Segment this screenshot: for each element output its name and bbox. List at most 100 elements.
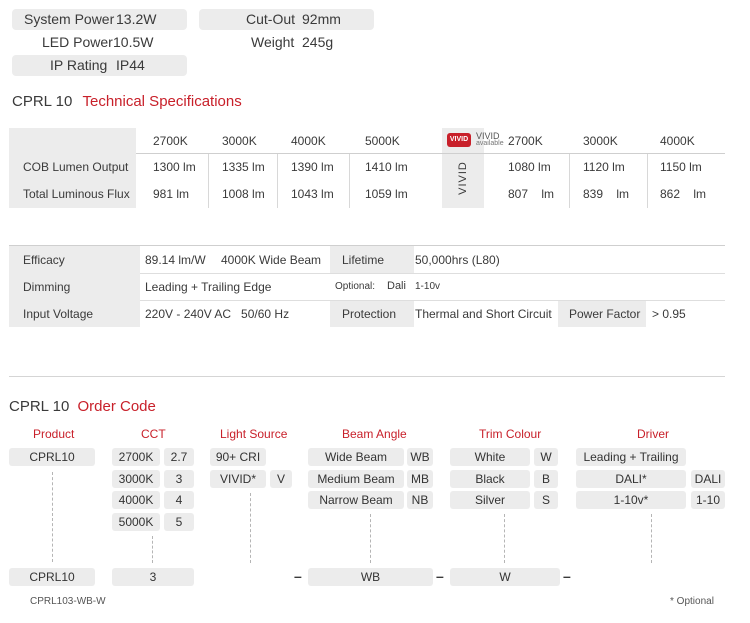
cob-3000: 1335 lm bbox=[222, 160, 265, 174]
vivid-header-4000: 4000K bbox=[660, 134, 695, 148]
cutout-value: 92mm bbox=[302, 11, 341, 27]
cob-4000: 1390 lm bbox=[291, 160, 334, 174]
beam-code-medium[interactable]: MB bbox=[407, 470, 433, 488]
flux-vivid-2700: 807 lm bbox=[508, 187, 555, 201]
tech-model: CPRL 10 bbox=[12, 93, 73, 110]
light-option-vivid[interactable]: VIVID* bbox=[210, 470, 266, 488]
vivid-side-label: VIVID bbox=[457, 161, 469, 195]
cct-option-4000[interactable]: 4000K bbox=[112, 491, 160, 509]
ip-rating-value: IP44 bbox=[116, 57, 145, 73]
beam-option-wide[interactable]: Wide Beam bbox=[308, 448, 404, 466]
system-power-value: 13.2W bbox=[116, 11, 157, 27]
order-title-text: Order Code bbox=[77, 398, 156, 415]
lumen-header-line bbox=[136, 153, 725, 154]
flux-vivid-4000: 862 lm bbox=[660, 187, 707, 201]
driver-option-leading[interactable]: Leading + Trailing bbox=[576, 448, 686, 466]
trim-option-white[interactable]: White bbox=[450, 448, 530, 466]
light-option-cri[interactable]: 90+ CRI bbox=[210, 448, 266, 466]
order-title: CPRL 10 Order Code bbox=[9, 398, 156, 415]
result-cct[interactable]: 3 bbox=[112, 568, 194, 586]
trim-code-silver[interactable]: S bbox=[534, 491, 558, 509]
optional-label: Optional: bbox=[335, 281, 376, 292]
cct-header-2700: 2700K bbox=[153, 134, 188, 148]
driver-code-dali[interactable]: DALI bbox=[691, 470, 725, 488]
efficacy-value: 89.14 lm/W bbox=[145, 253, 206, 267]
props-row-line-1 bbox=[140, 273, 725, 274]
cct-option-3000[interactable]: 3000K bbox=[112, 470, 160, 488]
row-label-flux: Total Luminous Flux bbox=[23, 187, 130, 201]
dimming-value: Leading + Trailing Edge bbox=[145, 280, 272, 294]
lifetime-label: Lifetime bbox=[342, 253, 385, 267]
ip-rating-label: IP Rating bbox=[50, 57, 108, 73]
cct-code-2700[interactable]: 2.7 bbox=[164, 448, 194, 466]
optional-dali: Dali bbox=[387, 280, 406, 292]
flux-2700: 981 lm bbox=[153, 187, 190, 201]
beam-option-medium[interactable]: Medium Beam bbox=[308, 470, 404, 488]
connector-light bbox=[250, 493, 251, 563]
lumen-sep-5 bbox=[647, 154, 648, 208]
led-power-label: LED Power bbox=[42, 34, 113, 50]
tech-title: CPRL 10 Technical Specifications bbox=[12, 93, 242, 110]
optional-110v: 1-10v bbox=[415, 281, 441, 292]
led-power-value: 10.5W bbox=[113, 34, 154, 50]
cct-code-3000[interactable]: 3 bbox=[164, 470, 194, 488]
lumen-sep-1 bbox=[208, 154, 209, 208]
product-option[interactable]: CPRL10 bbox=[9, 448, 95, 466]
efficacy-label: Efficacy bbox=[23, 253, 65, 267]
cob-5000: 1410 lm bbox=[365, 160, 408, 174]
cct-header-4000: 4000K bbox=[291, 134, 326, 148]
power-factor-label: Power Factor bbox=[569, 307, 641, 321]
order-model: CPRL 10 bbox=[9, 398, 70, 415]
result-trim[interactable]: W bbox=[450, 568, 560, 586]
system-power-label: System Power bbox=[24, 11, 115, 27]
cct-code-5000[interactable]: 5 bbox=[164, 513, 194, 531]
driver-option-dali[interactable]: DALI* bbox=[576, 470, 686, 488]
input-voltage-label: Input Voltage bbox=[23, 307, 94, 321]
lumen-sep-3 bbox=[349, 154, 350, 208]
flux-5000: 1059 lm bbox=[365, 187, 408, 201]
cob-vivid-3000: 1120 lm bbox=[583, 160, 625, 174]
connector-driver bbox=[651, 514, 652, 563]
optional-footnote: * Optional bbox=[670, 596, 714, 607]
dimming-label: Dimming bbox=[23, 280, 71, 294]
beam-code-wide[interactable]: WB bbox=[407, 448, 433, 466]
lumen-sep-4 bbox=[569, 154, 570, 208]
protection-label: Protection bbox=[342, 307, 397, 321]
cct-code-4000[interactable]: 4 bbox=[164, 491, 194, 509]
driver-code-110v[interactable]: 1-10 bbox=[691, 491, 725, 509]
header-product: Product bbox=[33, 427, 75, 441]
cct-header-3000: 3000K bbox=[222, 134, 257, 148]
connector-beam bbox=[370, 514, 371, 563]
lumen-header-corner bbox=[9, 128, 136, 154]
header-light-source: Light Source bbox=[220, 427, 288, 441]
cob-vivid-4000: 1150 lm bbox=[660, 160, 702, 174]
lumen-sep-2 bbox=[277, 154, 278, 208]
efficacy-note: 4000K Wide Beam bbox=[221, 253, 322, 267]
trim-code-black[interactable]: B bbox=[534, 470, 558, 488]
header-cct: CCT bbox=[141, 427, 166, 441]
driver-option-110v[interactable]: 1-10v* bbox=[576, 491, 686, 509]
beam-code-narrow[interactable]: NB bbox=[407, 491, 433, 509]
props-row-line-2 bbox=[140, 300, 725, 301]
section-divider bbox=[9, 376, 725, 377]
flux-vivid-3000: 839 lm bbox=[583, 187, 630, 201]
cct-option-2700[interactable]: 2700K bbox=[112, 448, 160, 466]
input-voltage-value: 220V - 240V AC 50/60 Hz bbox=[145, 307, 290, 321]
cutout-label: Cut-Out bbox=[246, 11, 296, 27]
trim-option-silver[interactable]: Silver bbox=[450, 491, 530, 509]
power-factor-value: > 0.95 bbox=[652, 307, 686, 321]
vivid-header-3000: 3000K bbox=[583, 134, 618, 148]
result-beam[interactable]: WB bbox=[308, 568, 433, 586]
light-code-vivid[interactable]: V bbox=[270, 470, 292, 488]
cob-vivid-2700: 1080 lm bbox=[508, 160, 551, 174]
beam-option-narrow[interactable]: Narrow Beam bbox=[308, 491, 404, 509]
result-product[interactable]: CPRL10 bbox=[9, 568, 95, 586]
trim-option-black[interactable]: Black bbox=[450, 470, 530, 488]
vivid-logo: VIVID bbox=[447, 133, 471, 147]
cob-2700: 1300 lm bbox=[153, 160, 196, 174]
cct-header-5000: 5000K bbox=[365, 134, 400, 148]
lumen-table: 2700K 3000K 4000K 5000K VIVID VIVID avai… bbox=[9, 128, 725, 208]
trim-code-white[interactable]: W bbox=[534, 448, 558, 466]
connector-cct bbox=[152, 536, 153, 563]
cct-option-5000[interactable]: 5000K bbox=[112, 513, 160, 531]
